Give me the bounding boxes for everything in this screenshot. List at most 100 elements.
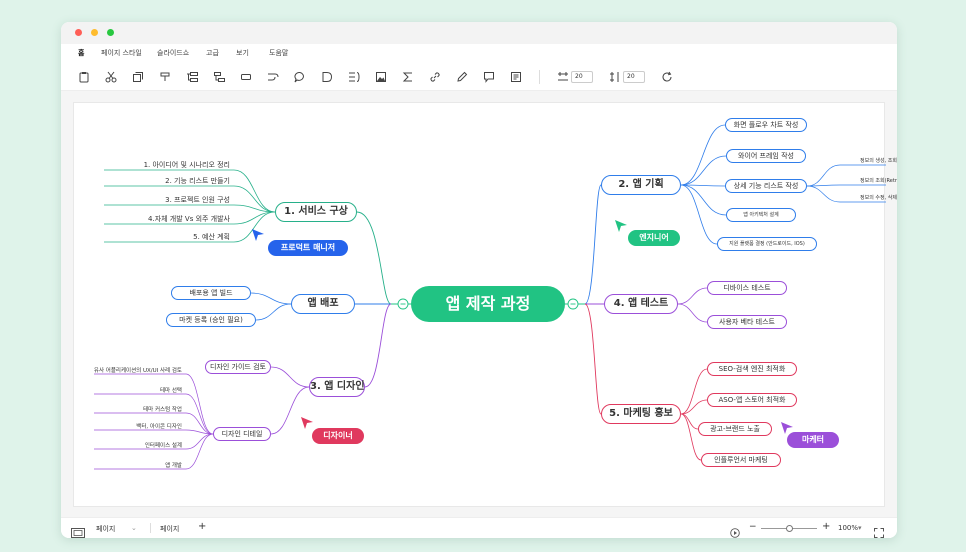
pen-icon[interactable] <box>456 71 468 83</box>
zoom-level[interactable]: 100% <box>838 524 858 532</box>
subtopic-pill[interactable]: 사용자 베타 테스트 <box>707 315 787 329</box>
subtopic-pill[interactable]: 디바이스 테스트 <box>707 281 787 295</box>
height-input[interactable]: 20 <box>623 71 645 83</box>
subtopic-pill[interactable]: 지원 플랫폼 결정 (안드로이드, IOS) <box>717 237 817 251</box>
link-icon[interactable] <box>429 71 441 83</box>
boundary-icon[interactable] <box>348 71 360 83</box>
width-icon <box>557 71 569 83</box>
subtopic-label[interactable]: 2. 기능 리스트 만들기 <box>165 176 230 186</box>
detail-label[interactable]: 인터페이스 설계 <box>145 441 182 449</box>
subtopic-pill[interactable]: 배포용 앱 빌드 <box>171 286 251 300</box>
scissors-icon[interactable] <box>105 71 117 83</box>
subtopic-pill[interactable]: 앱 아키텍처 설계 <box>726 208 796 222</box>
width-input[interactable]: 20 <box>571 71 593 83</box>
menu-help[interactable]: 도움말 <box>269 48 288 58</box>
subtopic-connector <box>677 303 708 323</box>
subtopic-pill[interactable]: 디자인 디테일 <box>213 427 271 441</box>
subtopic-pill[interactable]: 마켓 등록 (승인 필요) <box>166 313 256 327</box>
branch-connector <box>584 184 602 305</box>
add-page-button[interactable]: + <box>198 521 206 532</box>
mindmap-canvas[interactable]: 앱 제작 과정 1. 서비스 구상앱 배포 3. 앱 디자인 2. 앱 기획 4. 앱 … <box>73 102 897 507</box>
subtopic-connector <box>680 184 727 216</box>
minimize-window-button[interactable] <box>91 29 98 36</box>
relationship-icon[interactable] <box>267 71 279 83</box>
clipboard-icon[interactable] <box>78 71 90 83</box>
detail-label[interactable]: 백터, 아이콘 디자인 <box>136 422 182 430</box>
collaborator-badge[interactable]: 마케터 <box>787 432 839 448</box>
branch-topic[interactable]: 4. 앱 테스트 <box>604 294 678 314</box>
page-tab-1[interactable]: 페이지 <box>96 524 115 534</box>
subtopic-pill[interactable]: 광고-브랜드 노출 <box>698 422 772 436</box>
zoom-slider-handle[interactable] <box>786 525 793 532</box>
page-dropdown-icon[interactable]: ⌄ <box>131 524 137 532</box>
comment-icon[interactable] <box>483 71 495 83</box>
page-tab-2[interactable]: 페이지 <box>160 524 179 534</box>
collaborator-cursor-icon <box>615 220 627 232</box>
branch-topic[interactable]: 1. 서비스 구상 <box>275 202 357 222</box>
detail-label[interactable]: 앱 개발 <box>165 461 182 469</box>
subtopic-pill[interactable]: 인플루언서 마케팅 <box>701 453 781 467</box>
detail-label[interactable]: 정보의 수정, 삭제 <box>860 194 897 201</box>
detail-label[interactable]: 정보의 조회(Retrieve <box>860 177 897 184</box>
play-icon[interactable] <box>730 523 740 538</box>
summary-icon[interactable] <box>321 71 333 83</box>
subtopic-connector <box>255 303 292 321</box>
close-window-button[interactable] <box>75 29 82 36</box>
detail-label[interactable]: 테마 커스텀 작업 <box>143 405 182 413</box>
subtopic-pill[interactable]: 상세 기능 리스트 작성 <box>725 179 807 193</box>
root-topic[interactable]: 앱 제작 과정 <box>411 286 565 322</box>
subtopic-label[interactable]: 3. 프로젝트 인원 구성 <box>165 195 230 205</box>
subtopic-connector <box>250 292 292 305</box>
subtopic-connector <box>680 124 726 186</box>
subtopic-connector <box>233 211 276 225</box>
detail-connector <box>185 412 214 435</box>
subtopic-pill[interactable]: 디자인 가이드 검토 <box>205 360 271 374</box>
callout-icon[interactable] <box>294 71 306 83</box>
subtopic-label[interactable]: 1. 아이디어 및 시나리오 정리 <box>144 160 230 170</box>
copy-icon[interactable] <box>132 71 144 83</box>
branch-topic[interactable]: 3. 앱 디자인 <box>309 377 365 397</box>
menu-advanced[interactable]: 고급 <box>206 48 219 58</box>
menu-slideshow[interactable]: 슬라이드쇼 <box>157 48 189 58</box>
maximize-window-button[interactable] <box>107 29 114 36</box>
subtopic-pill[interactable]: SEO-검색 엔진 최적화 <box>707 362 797 376</box>
menu-page-style[interactable]: 페이지 스타일 <box>101 48 142 58</box>
collaborator-badge[interactable]: 디자이너 <box>312 428 364 444</box>
subtopic-pill[interactable]: ASO-앱 스토어 최적화 <box>707 393 797 407</box>
fullscreen-icon[interactable] <box>874 523 884 538</box>
branch-topic[interactable]: 앱 배포 <box>291 294 355 314</box>
menu-home[interactable]: 홈 <box>78 48 84 58</box>
zoom-dropdown-icon[interactable]: ▾ <box>858 524 862 532</box>
collaborator-badge[interactable]: 프로덕트 매니저 <box>268 240 348 256</box>
image-icon[interactable] <box>375 71 387 83</box>
detail-label[interactable]: 정보의 생성, 조회, <box>860 157 897 164</box>
subtopic-pill[interactable]: 화면 플로우 차트 작성 <box>725 118 807 132</box>
subtopic-label[interactable]: 5. 예산 계획 <box>193 232 230 242</box>
format-painter-icon[interactable] <box>159 71 171 83</box>
collaborator-cursor-icon <box>301 417 313 429</box>
branch-topic[interactable]: 2. 앱 기획 <box>601 175 681 195</box>
detail-label[interactable]: 테마 선택 <box>160 386 182 394</box>
page-panel-icon[interactable] <box>71 523 85 538</box>
insert-topic-icon[interactable] <box>186 71 198 83</box>
menu-view[interactable]: 보기 <box>236 48 249 58</box>
detail-label[interactable]: 유사 어플리케이션의 UX/UI 사례 검토 <box>94 366 182 374</box>
branch-topic[interactable]: 5. 마케팅 홍보 <box>601 404 681 424</box>
zoom-out-button[interactable]: − <box>749 522 757 532</box>
collaborator-badge[interactable]: 엔지니어 <box>628 230 680 246</box>
subtopic-connector <box>270 386 310 435</box>
floating-topic-icon[interactable] <box>240 71 252 83</box>
formula-icon[interactable] <box>402 71 414 83</box>
note-icon[interactable] <box>510 71 522 83</box>
subtopic-connector <box>680 155 727 186</box>
detail-connector <box>806 164 841 187</box>
subtopic-pill[interactable]: 와이어 프레임 작성 <box>726 149 806 163</box>
toolbar-separator <box>539 70 540 84</box>
refresh-icon[interactable] <box>661 71 673 83</box>
subtopic-connector <box>677 287 708 305</box>
subtopic-label[interactable]: 4.자체 개발 Vs 외주 개발사 <box>148 214 230 224</box>
insert-subtopic-icon[interactable] <box>213 71 225 83</box>
zoom-in-button[interactable]: + <box>822 521 830 532</box>
subtopic-connector <box>270 366 310 388</box>
menu-bar: 홈 페이지 스타일 슬라이드쇼 고급 보기 도움말 <box>61 44 897 63</box>
